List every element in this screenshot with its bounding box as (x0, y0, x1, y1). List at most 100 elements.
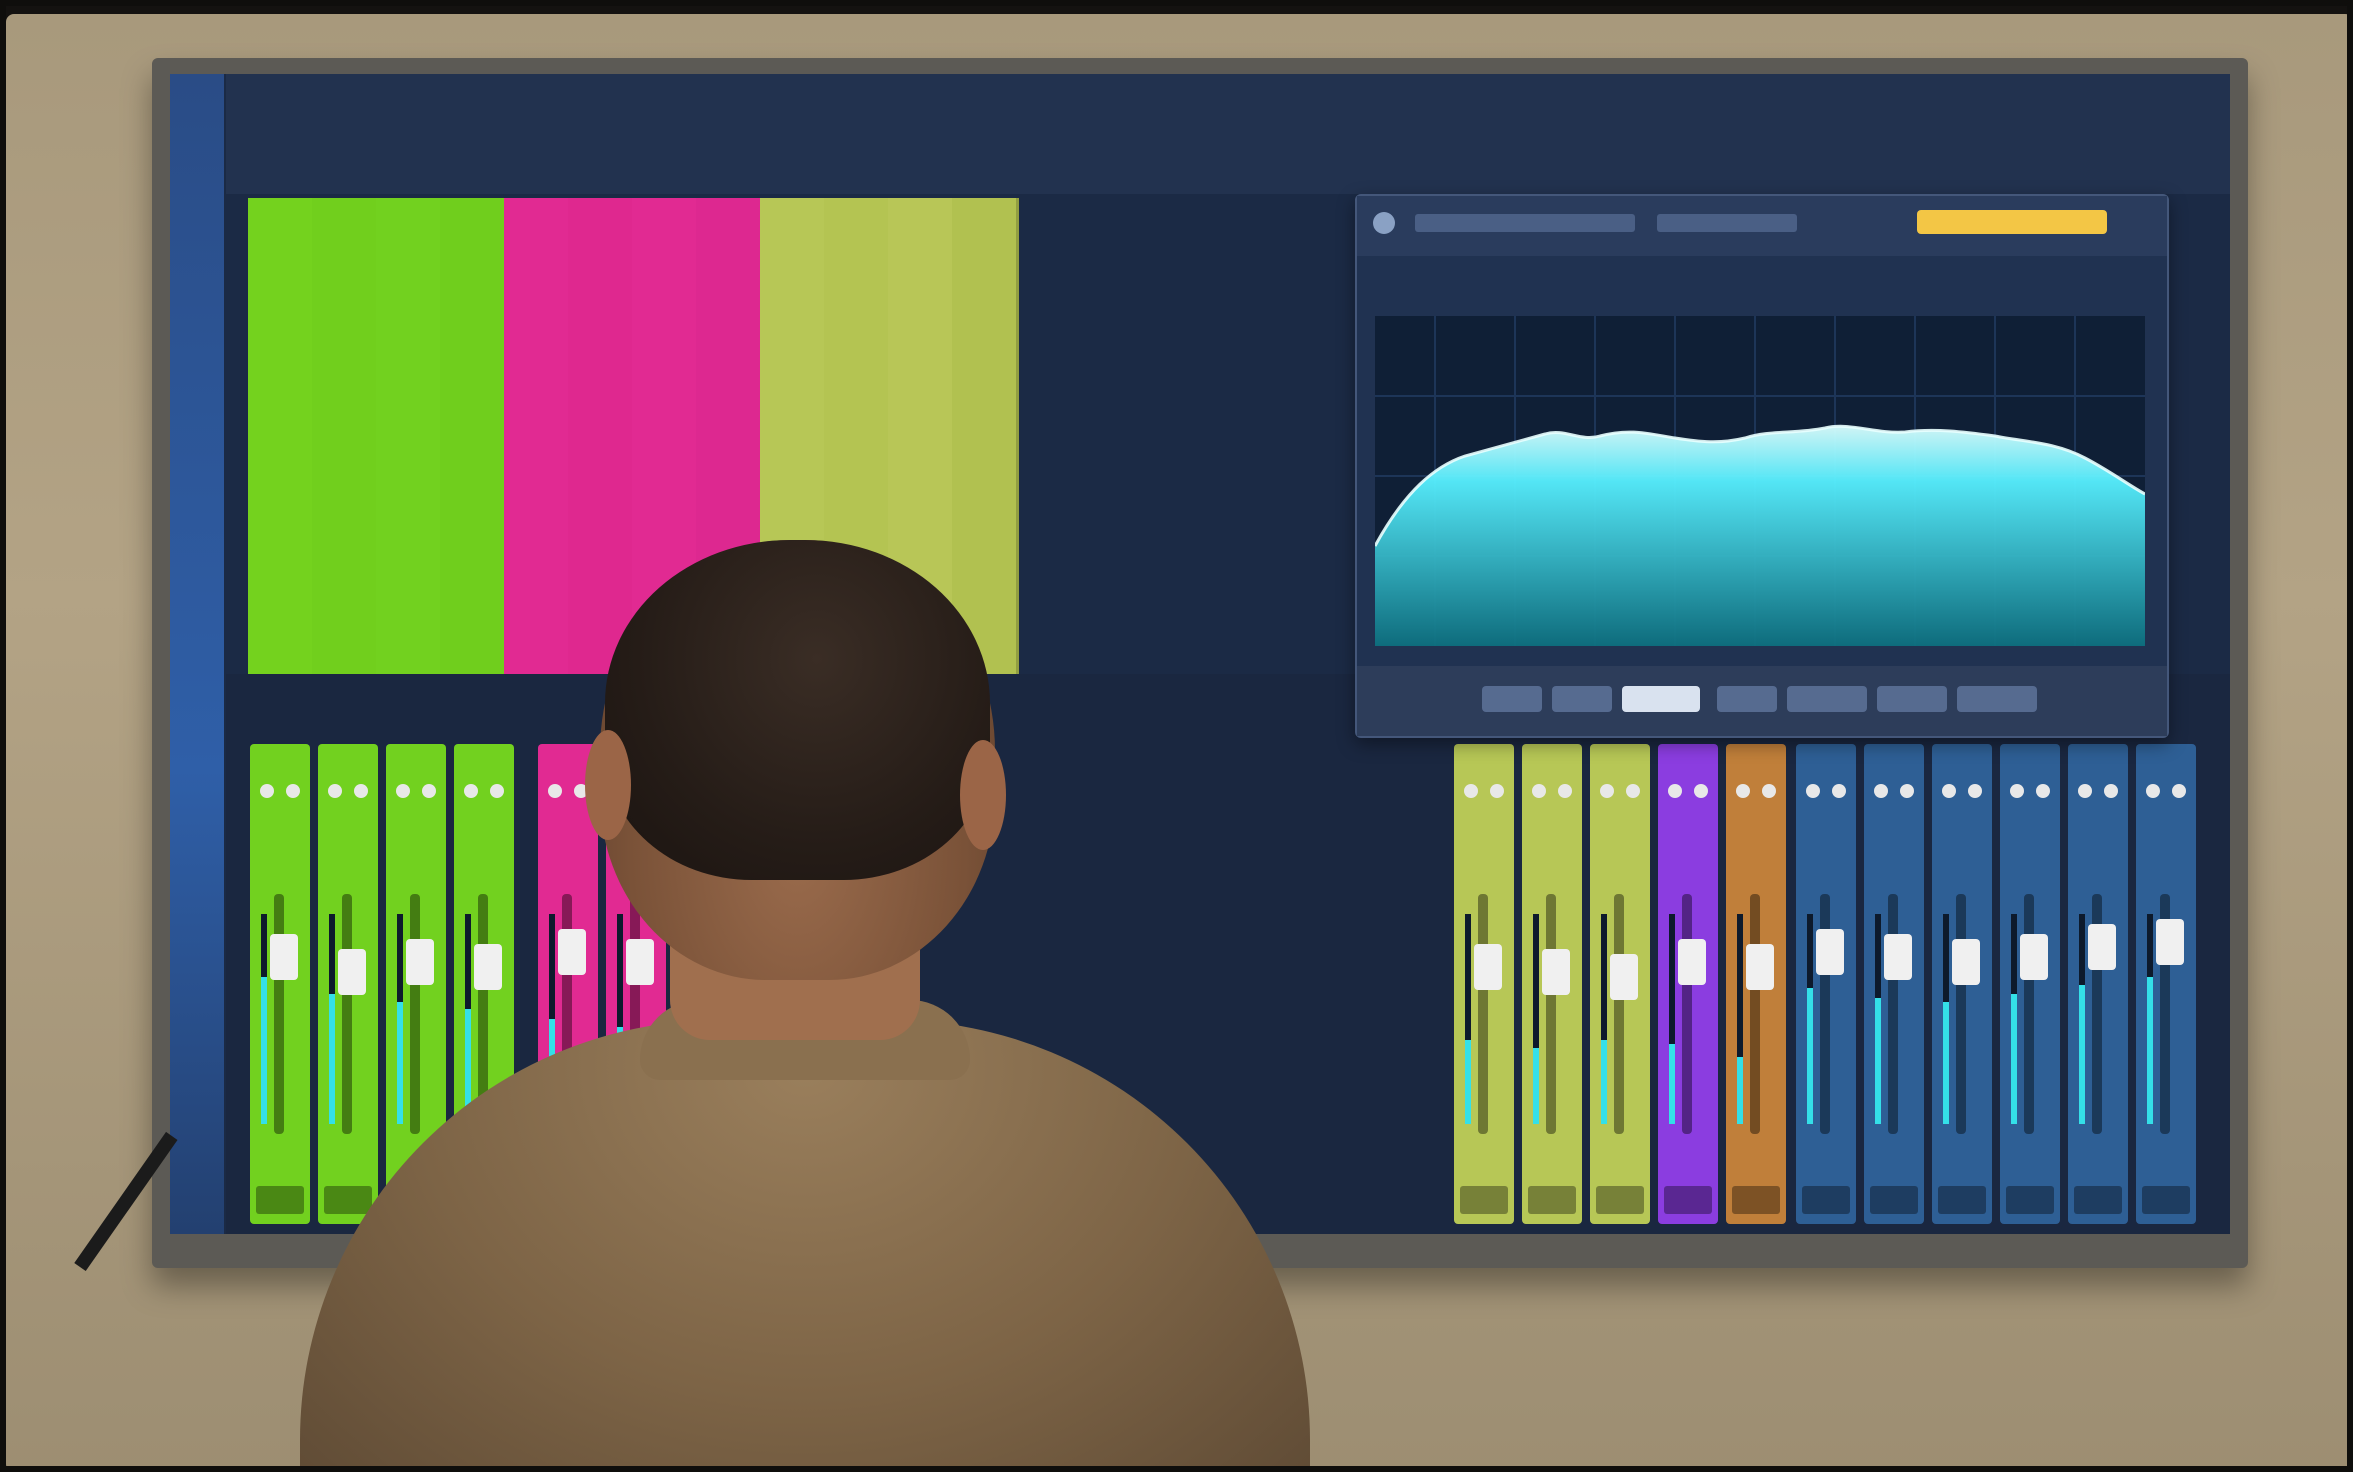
fader-cap[interactable] (2088, 924, 2117, 970)
knob-icon[interactable] (2172, 784, 2186, 798)
knob-icon[interactable] (1736, 784, 1750, 798)
plugin-tab[interactable] (1657, 214, 1797, 232)
knob-icon[interactable] (1490, 784, 1504, 798)
knob-icon[interactable] (2078, 784, 2092, 798)
fader-cap[interactable] (1746, 944, 1775, 990)
channel-label (1870, 1186, 1918, 1214)
channel-strip[interactable] (250, 744, 310, 1224)
level-meter-icon (1942, 914, 1949, 1124)
fader-cap[interactable] (626, 939, 655, 985)
left-toolbar[interactable] (170, 74, 224, 1234)
channel-strip[interactable] (1864, 744, 1924, 1224)
preset-pill[interactable] (1917, 210, 2107, 234)
knob-icon[interactable] (2036, 784, 2050, 798)
level-meter-icon (328, 914, 335, 1124)
fader-track[interactable] (1546, 894, 1556, 1134)
knob-icon[interactable] (1694, 784, 1708, 798)
fader-track[interactable] (1478, 894, 1488, 1134)
fader-cap[interactable] (558, 929, 587, 975)
track-lane[interactable] (504, 198, 571, 728)
fader-track[interactable] (1750, 894, 1760, 1134)
control-button[interactable] (1877, 686, 1947, 712)
control-button[interactable] (1957, 686, 2037, 712)
control-button[interactable] (1552, 686, 1612, 712)
fader-cap[interactable] (1610, 954, 1639, 1000)
channel-strip[interactable] (1522, 744, 1582, 1224)
person-hair (605, 540, 990, 880)
control-button[interactable] (1622, 686, 1700, 712)
fader-track[interactable] (410, 894, 420, 1134)
knob-icon[interactable] (1558, 784, 1572, 798)
channel-label (1664, 1186, 1712, 1214)
fader-cap[interactable] (1884, 934, 1913, 980)
channel-strip[interactable] (318, 744, 378, 1224)
track-lane[interactable] (312, 198, 379, 728)
knob-icon[interactable] (2010, 784, 2024, 798)
knob-icon[interactable] (548, 784, 562, 798)
channel-strip[interactable] (1796, 744, 1856, 1224)
knob-icon[interactable] (1968, 784, 1982, 798)
knob-icon[interactable] (1532, 784, 1546, 798)
fader-track[interactable] (274, 894, 284, 1134)
knob-icon[interactable] (422, 784, 436, 798)
channel-strip[interactable] (1726, 744, 1786, 1224)
track-lane[interactable] (376, 198, 443, 728)
fader-track[interactable] (342, 894, 352, 1134)
fader-track[interactable] (1614, 894, 1624, 1134)
knob-icon[interactable] (1626, 784, 1640, 798)
knob-icon[interactable] (1806, 784, 1820, 798)
knob-icon[interactable] (396, 784, 410, 798)
knob-icon[interactable] (2104, 784, 2118, 798)
knob-icon[interactable] (1762, 784, 1776, 798)
fader-track[interactable] (1682, 894, 1692, 1134)
fader-cap[interactable] (1542, 949, 1571, 995)
knob-icon[interactable] (328, 784, 342, 798)
fader-cap[interactable] (270, 934, 299, 980)
knob-icon[interactable] (260, 784, 274, 798)
knob-icon[interactable] (1464, 784, 1478, 798)
fader-cap[interactable] (1952, 939, 1981, 985)
fader-cap[interactable] (2020, 934, 2049, 980)
plugin-titlebar[interactable] (1357, 196, 2167, 256)
control-button[interactable] (1787, 686, 1867, 712)
fader-track[interactable] (1956, 894, 1966, 1134)
channel-strip[interactable] (1590, 744, 1650, 1224)
knob-icon[interactable] (490, 784, 504, 798)
knob-icon[interactable] (1832, 784, 1846, 798)
knob-icon[interactable] (1874, 784, 1888, 798)
channel-strip[interactable] (2068, 744, 2128, 1224)
knob-icon[interactable] (1900, 784, 1914, 798)
knob-icon[interactable] (1600, 784, 1614, 798)
knob-icon[interactable] (354, 784, 368, 798)
channel-strip[interactable] (1932, 744, 1992, 1224)
plugin-bottom-controls[interactable] (1357, 666, 2167, 736)
track-lane[interactable] (248, 198, 315, 728)
knob-icon[interactable] (286, 784, 300, 798)
knob-icon[interactable] (2146, 784, 2160, 798)
spectrum-graph (1375, 316, 2145, 646)
level-meter-icon (1668, 914, 1675, 1124)
knob-icon[interactable] (1942, 784, 1956, 798)
channel-strip[interactable] (1658, 744, 1718, 1224)
knob-icon[interactable] (1668, 784, 1682, 798)
spectrum-plugin-window[interactable] (1355, 194, 2169, 738)
fader-cap[interactable] (1474, 944, 1503, 990)
plugin-tab[interactable] (1415, 214, 1635, 232)
channel-strip[interactable] (2000, 744, 2060, 1224)
fader-cap[interactable] (2156, 919, 2185, 965)
fader-cap[interactable] (474, 944, 503, 990)
channel-strip[interactable] (1454, 744, 1514, 1224)
control-button[interactable] (1717, 686, 1777, 712)
fader-cap[interactable] (1816, 929, 1845, 975)
track-lane[interactable] (440, 198, 507, 728)
fader-cap[interactable] (1678, 939, 1707, 985)
fader-track[interactable] (2024, 894, 2034, 1134)
fader-cap[interactable] (406, 939, 435, 985)
fader-cap[interactable] (338, 949, 367, 995)
channel-strip[interactable] (2136, 744, 2196, 1224)
knob-icon[interactable] (464, 784, 478, 798)
fader-track[interactable] (1888, 894, 1898, 1134)
plugin-header-bar (1377, 278, 1385, 303)
control-button[interactable] (1482, 686, 1542, 712)
close-icon[interactable] (1373, 212, 1395, 234)
